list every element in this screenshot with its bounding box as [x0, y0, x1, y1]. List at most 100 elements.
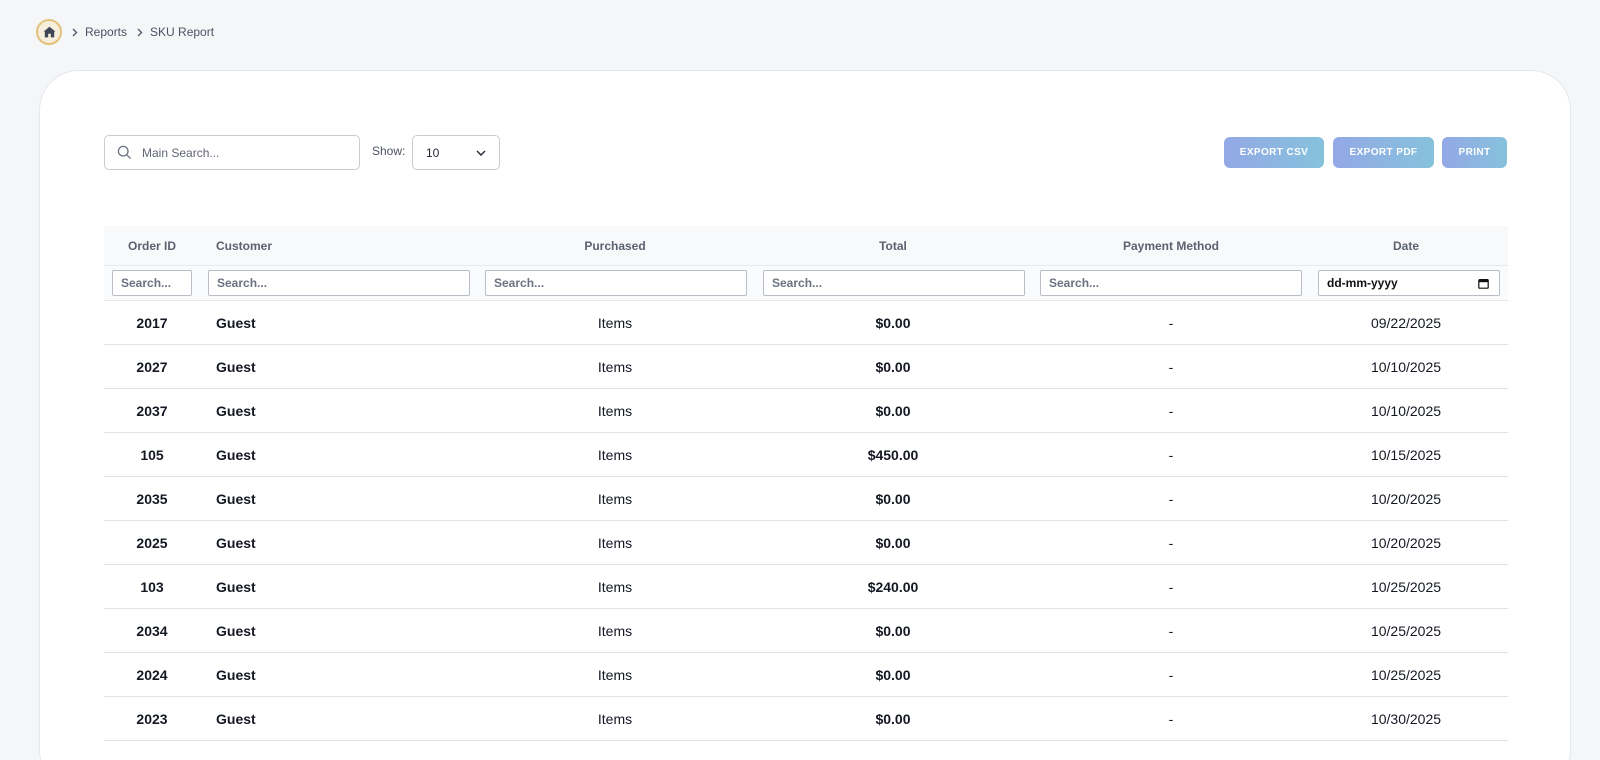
cell-order-id: 2023 [136, 711, 168, 727]
table-row[interactable]: 2035 Guest Items $0.00 - 10/20/2025 [104, 477, 1508, 521]
cell-payment-method: - [1168, 711, 1174, 727]
column-header-date[interactable]: Date [1316, 226, 1496, 266]
filter-row: dd-mm-yyyy [104, 266, 1508, 301]
cell-customer: Guest [216, 447, 256, 463]
cell-payment-method: - [1168, 403, 1174, 419]
export-csv-button[interactable]: EXPORT CSV [1224, 137, 1324, 168]
cell-purchased: Items [597, 667, 633, 683]
column-header-payment-method[interactable]: Payment Method [1040, 226, 1302, 266]
cell-date: 10/25/2025 [1370, 579, 1442, 595]
cell-order-id: 2027 [136, 359, 168, 375]
cell-order-id: 105 [140, 447, 164, 463]
cell-customer: Guest [216, 579, 256, 595]
cell-customer: Guest [216, 315, 256, 331]
cell-total: $0.00 [875, 711, 911, 727]
date-placeholder: dd-mm-yyyy [1327, 276, 1398, 290]
filter-date[interactable]: dd-mm-yyyy [1318, 270, 1500, 296]
column-header-purchased[interactable]: Purchased [484, 226, 746, 266]
home-button[interactable] [36, 19, 62, 45]
cell-customer: Guest [216, 623, 256, 639]
home-icon [43, 26, 55, 38]
cell-date: 09/22/2025 [1370, 315, 1442, 331]
table-row[interactable]: 103 Guest Items $240.00 - 10/25/2025 [104, 565, 1508, 609]
cell-payment-method: - [1168, 579, 1174, 595]
cell-purchased: Items [597, 623, 633, 639]
table-row[interactable]: 2025 Guest Items $0.00 - 10/20/2025 [104, 521, 1508, 565]
cell-date: 10/20/2025 [1370, 491, 1442, 507]
cell-total: $0.00 [875, 491, 911, 507]
breadcrumb-sku-report: SKU Report [150, 25, 215, 39]
table-row[interactable]: 2024 Guest Items $0.00 - 10/25/2025 [104, 653, 1508, 697]
cell-purchased: Items [597, 315, 633, 331]
chevron-right-icon [72, 28, 78, 37]
cell-total: $0.00 [875, 403, 911, 419]
cell-purchased: Items [597, 535, 633, 551]
cell-total: $450.00 [867, 447, 919, 463]
filter-payment-method[interactable] [1040, 270, 1302, 296]
cell-date: 10/30/2025 [1370, 711, 1442, 727]
cell-purchased: Items [597, 579, 633, 595]
cell-payment-method: - [1168, 535, 1174, 551]
cell-customer: Guest [216, 535, 256, 551]
cell-date: 10/15/2025 [1370, 447, 1442, 463]
cell-payment-method: - [1168, 359, 1174, 375]
cell-order-id: 2034 [136, 623, 168, 639]
filter-order-id[interactable] [112, 270, 192, 296]
cell-date: 10/10/2025 [1370, 403, 1442, 419]
cell-order-id: 2035 [136, 491, 168, 507]
table-row[interactable]: 2034 Guest Items $0.00 - 10/25/2025 [104, 609, 1508, 653]
column-header-total[interactable]: Total [762, 226, 1024, 266]
table-row[interactable]: 105 Guest Items $450.00 - 10/15/2025 [104, 433, 1508, 477]
cell-total: $0.00 [875, 535, 911, 551]
calendar-icon[interactable] [1478, 278, 1489, 289]
cell-purchased: Items [597, 491, 633, 507]
print-button[interactable]: PRINT [1442, 137, 1507, 168]
orders-table: Order ID Customer Purchased Total Paymen… [104, 226, 1508, 741]
search-icon [117, 145, 132, 160]
table-row[interactable]: 2027 Guest Items $0.00 - 10/10/2025 [104, 345, 1508, 389]
cell-payment-method: - [1168, 447, 1174, 463]
column-header-customer[interactable]: Customer [216, 226, 272, 266]
column-header-order-id[interactable]: Order ID [104, 226, 200, 266]
cell-payment-method: - [1168, 667, 1174, 683]
cell-order-id: 2037 [136, 403, 168, 419]
chevron-down-icon [476, 149, 486, 156]
table-row[interactable]: 2017 Guest Items $0.00 - 09/22/2025 [104, 301, 1508, 345]
cell-customer: Guest [216, 403, 256, 419]
show-label: Show: [372, 144, 406, 158]
cell-total: $0.00 [875, 359, 911, 375]
cell-customer: Guest [216, 711, 256, 727]
cell-date: 10/10/2025 [1370, 359, 1442, 375]
export-pdf-button[interactable]: EXPORT PDF [1333, 137, 1434, 168]
table-row[interactable]: 2023 Guest Items $0.00 - 10/30/2025 [104, 697, 1508, 741]
cell-payment-method: - [1168, 491, 1174, 507]
cell-payment-method: - [1168, 315, 1174, 331]
main-search-input[interactable] [142, 145, 342, 160]
cell-order-id: 2025 [136, 535, 168, 551]
cell-purchased: Items [597, 403, 633, 419]
cell-date: 10/20/2025 [1370, 535, 1442, 551]
cell-order-id: 2017 [136, 315, 168, 331]
cell-customer: Guest [216, 667, 256, 683]
cell-date: 10/25/2025 [1370, 623, 1442, 639]
filter-purchased[interactable] [485, 270, 747, 296]
filter-total[interactable] [763, 270, 1025, 296]
chevron-right-icon [137, 28, 143, 37]
cell-order-id: 103 [140, 579, 164, 595]
main-search-box[interactable] [104, 135, 360, 170]
page-size-value: 10 [426, 145, 440, 160]
table-row[interactable]: 2037 Guest Items $0.00 - 10/10/2025 [104, 389, 1508, 433]
page-size-select[interactable]: 10 [412, 135, 500, 170]
filter-customer[interactable] [208, 270, 470, 296]
cell-total: $0.00 [875, 623, 911, 639]
cell-customer: Guest [216, 359, 256, 375]
breadcrumb: Reports SKU Report [36, 19, 214, 45]
report-card: Show: 10 EXPORT CSV EXPORT PDF PRINT Ord… [39, 70, 1571, 760]
cell-payment-method: - [1168, 623, 1174, 639]
cell-purchased: Items [597, 711, 633, 727]
breadcrumb-reports[interactable]: Reports [85, 25, 127, 39]
cell-order-id: 2024 [136, 667, 168, 683]
table-header: Order ID Customer Purchased Total Paymen… [104, 226, 1508, 266]
cell-customer: Guest [216, 491, 256, 507]
cell-total: $0.00 [875, 667, 911, 683]
